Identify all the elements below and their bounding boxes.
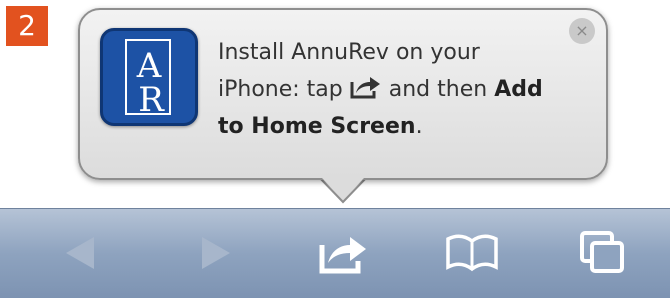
install-message: Install AnnuRev on your iPhone: tap and … — [218, 34, 590, 145]
back-button[interactable] — [56, 225, 116, 281]
add-label-bold-1: Add — [494, 77, 543, 102]
tabs-icon — [580, 231, 624, 273]
message-end: . — [415, 114, 423, 139]
add-label-bold-2: to Home Screen — [218, 114, 416, 139]
annurev-logo-icon: A R — [136, 46, 165, 120]
share-button[interactable] — [314, 225, 374, 281]
tabs-button[interactable] — [572, 225, 632, 281]
bookmarks-button[interactable] — [442, 225, 502, 281]
forward-button[interactable] — [180, 225, 240, 281]
svg-text:R: R — [138, 80, 165, 120]
back-arrow-icon — [66, 237, 94, 269]
app-icon: A R — [100, 28, 198, 126]
message-line-1: Install AnnuRev on your — [218, 40, 480, 65]
share-icon — [350, 74, 382, 99]
message-line-2-prefix: iPhone: tap — [218, 77, 343, 102]
book-icon — [446, 234, 498, 272]
message-line-2-suffix: and then — [388, 77, 488, 102]
safari-toolbar — [0, 208, 670, 298]
step-badge: 2 — [6, 6, 48, 46]
forward-arrow-icon — [202, 237, 230, 269]
share-icon — [319, 237, 366, 274]
